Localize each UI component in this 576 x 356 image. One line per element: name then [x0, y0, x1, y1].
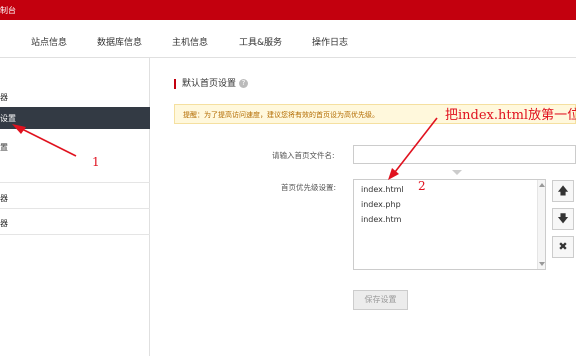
- sidebar-item-label: 器: [0, 194, 8, 203]
- nav-host-info[interactable]: 主机信息: [172, 35, 208, 48]
- close-icon: ✖: [558, 240, 568, 253]
- section-title-text: 默认首页设置: [182, 79, 237, 89]
- scroll-down-icon[interactable]: [539, 262, 545, 266]
- sidebar-item-5[interactable]: 器: [0, 212, 150, 234]
- scroll-up-icon[interactable]: [539, 183, 545, 187]
- arrow-down-icon: 🡇: [557, 212, 569, 225]
- list-item-index-php[interactable]: index.php: [361, 200, 401, 209]
- sidebar-item-label: 器: [0, 219, 8, 228]
- sidebar-item-1[interactable]: 器: [0, 86, 150, 108]
- annotation-number-1: 1: [92, 155, 100, 169]
- down-triangle-icon: [452, 170, 462, 175]
- sidebar-item-label: 器: [0, 93, 8, 102]
- sidebar-item-3[interactable]: 置: [0, 136, 150, 158]
- sidebar-item-default-page[interactable]: 设置: [0, 107, 150, 129]
- sidebar-item-label: 置: [0, 143, 8, 152]
- nav-operation-log[interactable]: 操作日志: [312, 35, 348, 48]
- sidebar-divider: [0, 234, 150, 235]
- section-title: 默认首页设置?: [174, 79, 249, 89]
- top-nav: 站点信息 数据库信息 主机信息 工具&服务 操作日志: [0, 20, 576, 58]
- sidebar: 器 设置 置 器 器: [0, 58, 150, 356]
- annotation-number-2: 2: [418, 179, 426, 193]
- delete-button[interactable]: ✖: [552, 236, 574, 258]
- save-settings-button[interactable]: 保存设置: [353, 290, 408, 310]
- annotation-note: 把index.html放第一位: [445, 108, 576, 123]
- nav-site-info[interactable]: 站点信息: [31, 35, 67, 48]
- app-title: 制台: [0, 6, 16, 15]
- help-icon[interactable]: ?: [239, 79, 249, 88]
- nav-database-info[interactable]: 数据库信息: [97, 35, 142, 48]
- sidebar-item-label: 设置: [0, 114, 16, 123]
- list-scrollbar[interactable]: [537, 180, 545, 269]
- sidebar-divider: [0, 182, 150, 183]
- priority-label: 首页优先级设置:: [281, 183, 337, 192]
- sidebar-item-4[interactable]: 器: [0, 187, 150, 209]
- sidebar-divider: [0, 208, 150, 209]
- move-up-button[interactable]: 🡅: [552, 180, 574, 202]
- homepage-filename-input[interactable]: [353, 145, 576, 164]
- homepage-filename-label: 请输入首页文件名:: [272, 151, 335, 160]
- nav-tools-services[interactable]: 工具&服务: [239, 35, 282, 48]
- list-item-index-htm[interactable]: index.htm: [361, 215, 401, 224]
- arrow-up-icon: 🡅: [557, 184, 569, 197]
- notice-text: 提醒：为了提高访问速度，建议您将有效的首页设为高优先级。: [183, 111, 379, 119]
- list-item-index-html[interactable]: index.html: [361, 185, 404, 194]
- top-bar: 制台: [0, 0, 576, 20]
- homepage-priority-list[interactable]: index.html index.php index.htm: [353, 179, 546, 270]
- main-content: 默认首页设置? 提醒：为了提高访问速度，建议您将有效的首页设为高优先级。 请输入…: [151, 58, 576, 356]
- move-down-button[interactable]: 🡇: [552, 208, 574, 230]
